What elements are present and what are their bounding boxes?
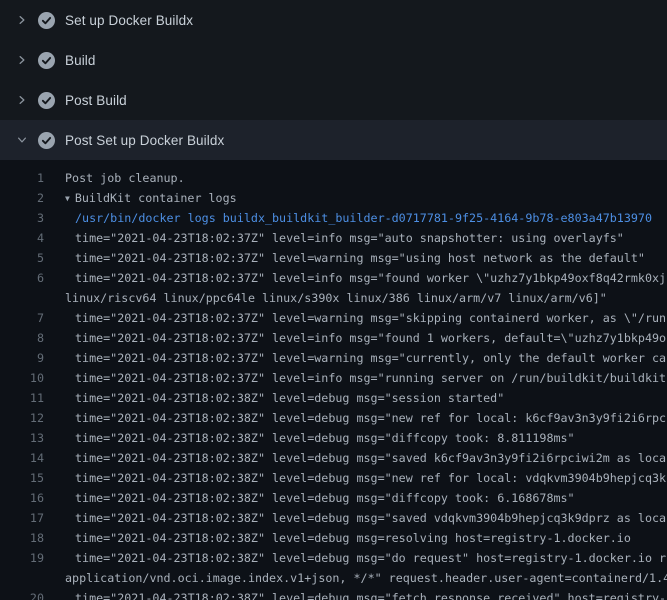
log-line: 13 time="2021-04-23T18:02:38Z" level=deb… — [0, 428, 667, 448]
line-number[interactable]: 2 — [0, 188, 44, 208]
line-text: time="2021-04-23T18:02:38Z" level=debug … — [44, 428, 667, 448]
log-line: 16 time="2021-04-23T18:02:38Z" level=deb… — [0, 488, 667, 508]
log-line: 7 time="2021-04-23T18:02:37Z" level=warn… — [0, 308, 667, 328]
check-circle-icon — [38, 92, 55, 109]
line-text: time="2021-04-23T18:02:38Z" level=debug … — [44, 388, 667, 408]
line-number[interactable]: 3 — [0, 208, 44, 228]
line-number[interactable]: 17 — [0, 508, 44, 528]
log-line: 20 time="2021-04-23T18:02:38Z" level=deb… — [0, 588, 667, 600]
log-line: 10 time="2021-04-23T18:02:37Z" level=inf… — [0, 368, 667, 388]
log-line: 2 ▼BuildKit container logs — [0, 188, 667, 208]
line-text: time="2021-04-23T18:02:37Z" level=info m… — [44, 368, 667, 388]
line-number[interactable]: 5 — [0, 248, 44, 268]
log-line: 18 time="2021-04-23T18:02:38Z" level=deb… — [0, 528, 667, 548]
log-line: 6 time="2021-04-23T18:02:37Z" level=info… — [0, 268, 667, 288]
line-number[interactable]: 9 — [0, 348, 44, 368]
line-text: time="2021-04-23T18:02:37Z" level=warnin… — [44, 348, 667, 368]
line-text: time="2021-04-23T18:02:38Z" level=debug … — [44, 488, 667, 508]
line-text: time="2021-04-23T18:02:37Z" level=info m… — [44, 268, 667, 288]
line-number[interactable]: 19 — [0, 548, 44, 568]
step-header-post-set-up-docker-buildx[interactable]: Post Set up Docker Buildx — [0, 120, 667, 160]
line-text: time="2021-04-23T18:02:38Z" level=debug … — [44, 448, 667, 468]
line-number[interactable]: 7 — [0, 308, 44, 328]
line-number[interactable]: 14 — [0, 448, 44, 468]
line-number[interactable]: 16 — [0, 488, 44, 508]
line-text: ▼BuildKit container logs — [44, 188, 667, 208]
line-number[interactable]: 1 — [0, 168, 44, 188]
line-number[interactable]: 10 — [0, 368, 44, 388]
line-text: application/vnd.oci.image.index.v1+json,… — [44, 568, 667, 588]
step-header-build[interactable]: Build — [0, 40, 667, 80]
log-line: 15 time="2021-04-23T18:02:38Z" level=deb… — [0, 468, 667, 488]
line-text: time="2021-04-23T18:02:38Z" level=debug … — [44, 528, 667, 548]
log-line: linux/riscv64 linux/ppc64le linux/s390x … — [0, 288, 667, 308]
line-text: time="2021-04-23T18:02:38Z" level=debug … — [44, 548, 667, 568]
check-circle-icon — [38, 12, 55, 29]
line-text: time="2021-04-23T18:02:38Z" level=debug … — [44, 468, 667, 488]
chevron-right-icon — [10, 94, 34, 106]
line-text: time="2021-04-23T18:02:37Z" level=info m… — [44, 328, 667, 348]
line-number[interactable]: 6 — [0, 268, 44, 288]
line-number[interactable]: 20 — [0, 588, 44, 600]
check-circle-icon — [38, 52, 55, 69]
line-number[interactable]: 11 — [0, 388, 44, 408]
step-title: Set up Docker Buildx — [65, 13, 193, 28]
command-line-text: /usr/bin/docker logs buildx_buildkit_bui… — [44, 208, 667, 228]
line-text: time="2021-04-23T18:02:38Z" level=debug … — [44, 508, 667, 528]
line-number[interactable]: 12 — [0, 408, 44, 428]
step-title: Build — [65, 53, 96, 68]
line-number — [0, 568, 44, 588]
log-line: 8 time="2021-04-23T18:02:37Z" level=info… — [0, 328, 667, 348]
log-line: 14 time="2021-04-23T18:02:38Z" level=deb… — [0, 448, 667, 468]
log-line: 11 time="2021-04-23T18:02:38Z" level=deb… — [0, 388, 667, 408]
log-line: 9 time="2021-04-23T18:02:37Z" level=warn… — [0, 348, 667, 368]
line-text: linux/riscv64 linux/ppc64le linux/s390x … — [44, 288, 667, 308]
line-number[interactable]: 18 — [0, 528, 44, 548]
line-text: time="2021-04-23T18:02:37Z" level=warnin… — [44, 248, 667, 268]
line-number[interactable]: 15 — [0, 468, 44, 488]
step-title: Post Build — [65, 93, 127, 108]
line-text: Post job cleanup. — [44, 168, 667, 188]
line-number[interactable]: 8 — [0, 328, 44, 348]
line-text: time="2021-04-23T18:02:37Z" level=info m… — [44, 228, 667, 248]
log-line: 4 time="2021-04-23T18:02:37Z" level=info… — [0, 228, 667, 248]
log-line: application/vnd.oci.image.index.v1+json,… — [0, 568, 667, 588]
chevron-right-icon — [10, 14, 34, 26]
step-header-set-up-docker-buildx[interactable]: Set up Docker Buildx — [0, 0, 667, 40]
triangle-down-icon[interactable]: ▼ — [65, 189, 70, 208]
step-title: Post Set up Docker Buildx — [65, 133, 224, 148]
check-circle-icon — [38, 132, 55, 149]
log-line: 5 time="2021-04-23T18:02:37Z" level=warn… — [0, 248, 667, 268]
line-text: time="2021-04-23T18:02:37Z" level=warnin… — [44, 308, 667, 328]
chevron-right-icon — [10, 54, 34, 66]
log-line: 12 time="2021-04-23T18:02:38Z" level=deb… — [0, 408, 667, 428]
log-line: 17 time="2021-04-23T18:02:38Z" level=deb… — [0, 508, 667, 528]
line-text: time="2021-04-23T18:02:38Z" level=debug … — [44, 408, 667, 428]
line-text: time="2021-04-23T18:02:38Z" level=debug … — [44, 588, 667, 600]
line-number[interactable]: 4 — [0, 228, 44, 248]
log-line: 1 Post job cleanup. — [0, 168, 667, 188]
log-line: 19 time="2021-04-23T18:02:38Z" level=deb… — [0, 548, 667, 568]
log-line: 3 /usr/bin/docker logs buildx_buildkit_b… — [0, 208, 667, 228]
step-header-post-build[interactable]: Post Build — [0, 80, 667, 120]
chevron-down-icon — [10, 134, 34, 146]
line-number — [0, 288, 44, 308]
actions-log-viewer: Set up Docker Buildx Build P — [0, 0, 667, 600]
step-list: Set up Docker Buildx Build P — [0, 0, 667, 160]
log-output: 1 Post job cleanup. 2 ▼BuildKit containe… — [0, 160, 667, 600]
line-number[interactable]: 13 — [0, 428, 44, 448]
